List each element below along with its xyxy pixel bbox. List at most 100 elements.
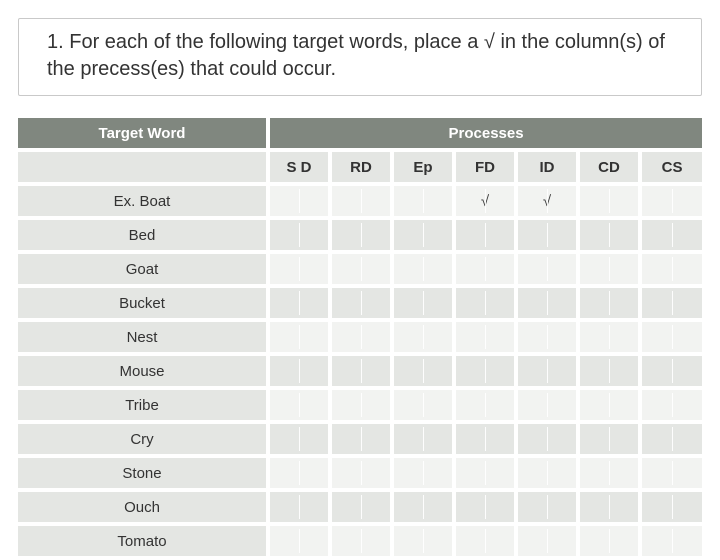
cell-sd[interactable] [268,490,330,524]
target-word-cell: Ouch [18,490,268,524]
cell-sd[interactable] [268,354,330,388]
table-row: Mouse [18,354,702,388]
cell-fd[interactable]: √ [454,184,516,218]
target-word-cell: Ex. Boat [18,184,268,218]
cell-ep[interactable] [392,456,454,490]
cell-rd[interactable] [330,320,392,354]
cell-fd[interactable] [454,422,516,456]
cell-cs[interactable] [640,490,702,524]
cell-ep[interactable] [392,490,454,524]
table-row: Bucket [18,286,702,320]
cell-cs[interactable] [640,320,702,354]
cell-rd[interactable] [330,252,392,286]
cell-id[interactable] [516,388,578,422]
cell-cd[interactable] [578,320,640,354]
cell-id[interactable] [516,422,578,456]
cell-sd[interactable] [268,286,330,320]
cell-rd[interactable] [330,218,392,252]
cell-sd[interactable] [268,218,330,252]
cell-sd[interactable] [268,388,330,422]
cell-sd[interactable] [268,456,330,490]
cell-ep[interactable] [392,422,454,456]
col-sd: S D [268,150,330,184]
cell-cd[interactable] [578,184,640,218]
cell-fd[interactable] [454,354,516,388]
cell-rd[interactable] [330,388,392,422]
cell-rd[interactable] [330,524,392,558]
target-word-cell: Stone [18,456,268,490]
cell-id[interactable] [516,456,578,490]
cell-cs[interactable] [640,184,702,218]
cell-sd[interactable] [268,422,330,456]
table-row: Bed [18,218,702,252]
cell-cs[interactable] [640,422,702,456]
cell-rd[interactable] [330,184,392,218]
cell-id[interactable] [516,286,578,320]
cell-id[interactable] [516,218,578,252]
cell-cd[interactable] [578,422,640,456]
cell-ep[interactable] [392,524,454,558]
cell-ep[interactable] [392,252,454,286]
cell-sd[interactable] [268,184,330,218]
cell-cd[interactable] [578,218,640,252]
table-row: Ex. Boat √ √ [18,184,702,218]
cell-id[interactable]: √ [516,184,578,218]
cell-rd[interactable] [330,490,392,524]
cell-ep[interactable] [392,320,454,354]
prompt-text: 1. For each of the following target word… [47,31,665,80]
cell-fd[interactable] [454,320,516,354]
cell-cs[interactable] [640,252,702,286]
target-word-cell: Tribe [18,388,268,422]
cell-ep[interactable] [392,388,454,422]
cell-fd[interactable] [454,252,516,286]
cell-fd[interactable] [454,490,516,524]
worksheet-table: Target Word Processes S D RD Ep FD ID CD… [18,118,702,560]
cell-cd[interactable] [578,490,640,524]
cell-ep[interactable] [392,218,454,252]
cell-cd[interactable] [578,286,640,320]
cell-cd[interactable] [578,354,640,388]
target-word-cell: Cry [18,422,268,456]
cell-cd[interactable] [578,252,640,286]
cell-sd[interactable] [268,252,330,286]
target-word-cell: Nest [18,320,268,354]
cell-fd[interactable] [454,218,516,252]
header-row-1: Target Word Processes [18,118,702,150]
table-row: Cry [18,422,702,456]
cell-cd[interactable] [578,388,640,422]
cell-id[interactable] [516,354,578,388]
cell-rd[interactable] [330,422,392,456]
cell-rd[interactable] [330,456,392,490]
cell-cs[interactable] [640,524,702,558]
cell-rd[interactable] [330,286,392,320]
cell-fd[interactable] [454,524,516,558]
cell-fd[interactable] [454,286,516,320]
cell-ep[interactable] [392,184,454,218]
cell-sd[interactable] [268,320,330,354]
header-processes: Processes [268,118,702,150]
cell-fd[interactable] [454,456,516,490]
header-target-word: Target Word [18,118,268,150]
slide: 1. For each of the following target word… [0,0,720,540]
cell-cd[interactable] [578,524,640,558]
cell-ep[interactable] [392,354,454,388]
cell-id[interactable] [516,490,578,524]
cell-ep[interactable] [392,286,454,320]
cell-cs[interactable] [640,286,702,320]
cell-cd[interactable] [578,456,640,490]
cell-rd[interactable] [330,354,392,388]
table-row: Nest [18,320,702,354]
cell-sd[interactable] [268,524,330,558]
col-rd: RD [330,150,392,184]
cell-id[interactable] [516,320,578,354]
cell-fd[interactable] [454,388,516,422]
cell-id[interactable] [516,252,578,286]
cell-cs[interactable] [640,456,702,490]
table-row: Stone [18,456,702,490]
cell-cs[interactable] [640,354,702,388]
cell-cs[interactable] [640,218,702,252]
cell-id[interactable] [516,524,578,558]
header-blank [18,150,268,184]
cell-cs[interactable] [640,388,702,422]
col-fd: FD [454,150,516,184]
